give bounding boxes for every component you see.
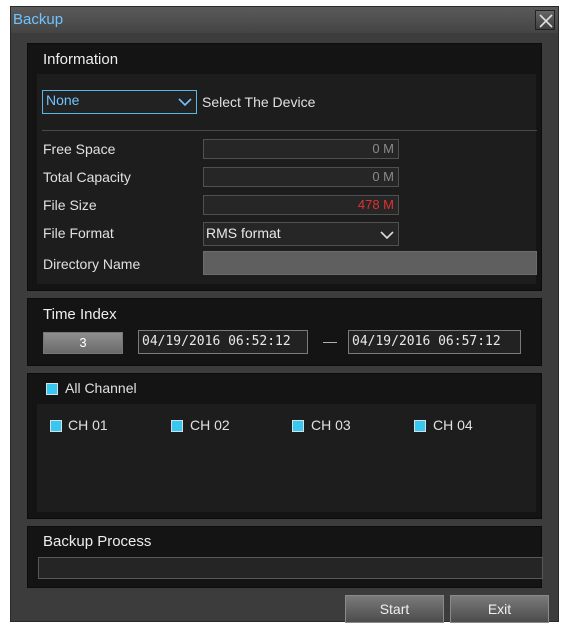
total-capacity-label: Total Capacity: [43, 169, 131, 185]
file-format-value: RMS format: [206, 225, 281, 241]
file-size-label: File Size: [43, 197, 97, 213]
information-panel: Information None Select The Device Free …: [27, 43, 542, 291]
time-index-header: Time Index: [43, 306, 117, 323]
ch03-checkbox[interactable]: [292, 420, 304, 432]
free-space-field: 0 M: [203, 139, 399, 159]
start-datetime-input[interactable]: 04/19/2016 06:52:12: [138, 330, 308, 354]
ch03-label: CH 03: [311, 417, 351, 433]
file-size-value: 478 M: [357, 197, 394, 212]
device-dropdown[interactable]: None: [42, 90, 197, 114]
backup-dialog: Backup Information None Select The Devic…: [10, 6, 559, 623]
device-dropdown-value: None: [46, 92, 80, 108]
file-size-field: 478 M: [203, 195, 399, 215]
ch02-label: CH 02: [190, 417, 230, 433]
total-capacity-value: 0 M: [372, 169, 394, 184]
exit-button[interactable]: Exit: [450, 595, 549, 623]
ch04-label: CH 04: [433, 417, 473, 433]
file-format-label: File Format: [43, 225, 114, 241]
start-button[interactable]: Start: [345, 595, 444, 623]
all-channel-label: All Channel: [65, 380, 137, 396]
close-icon: [539, 14, 553, 28]
ch01-label: CH 01: [68, 417, 108, 433]
channel-panel: All Channel CH 01 CH 02 CH 03 CH 04: [27, 373, 542, 519]
ch04-checkbox[interactable]: [414, 420, 426, 432]
backup-progress-bar: [38, 557, 543, 579]
all-channel-checkbox[interactable]: [46, 383, 58, 395]
divider: [42, 130, 537, 131]
ch01-checkbox[interactable]: [50, 420, 62, 432]
backup-process-header: Backup Process: [43, 533, 152, 550]
backup-process-panel: Backup Process: [27, 526, 543, 588]
chevron-down-icon: [380, 231, 394, 240]
close-button[interactable]: [535, 10, 555, 30]
directory-name-input[interactable]: [203, 251, 537, 275]
free-space-value: 0 M: [372, 141, 394, 156]
select-device-label: Select The Device: [202, 94, 316, 110]
title-bar[interactable]: Backup: [11, 7, 558, 33]
end-datetime-input[interactable]: 04/19/2016 06:57:12: [348, 330, 521, 354]
free-space-label: Free Space: [43, 141, 116, 157]
information-header: Information: [43, 51, 119, 68]
time-index-panel: Time Index 3 04/19/2016 06:52:12 — 04/19…: [27, 298, 542, 366]
time-index-button[interactable]: 3: [43, 332, 123, 354]
file-format-dropdown[interactable]: RMS format: [203, 222, 399, 246]
directory-name-label: Directory Name: [43, 256, 141, 272]
time-separator: —: [323, 333, 337, 349]
total-capacity-field: 0 M: [203, 167, 399, 187]
ch02-checkbox[interactable]: [171, 420, 183, 432]
chevron-down-icon: [178, 98, 192, 107]
window-title: Backup: [13, 11, 64, 28]
